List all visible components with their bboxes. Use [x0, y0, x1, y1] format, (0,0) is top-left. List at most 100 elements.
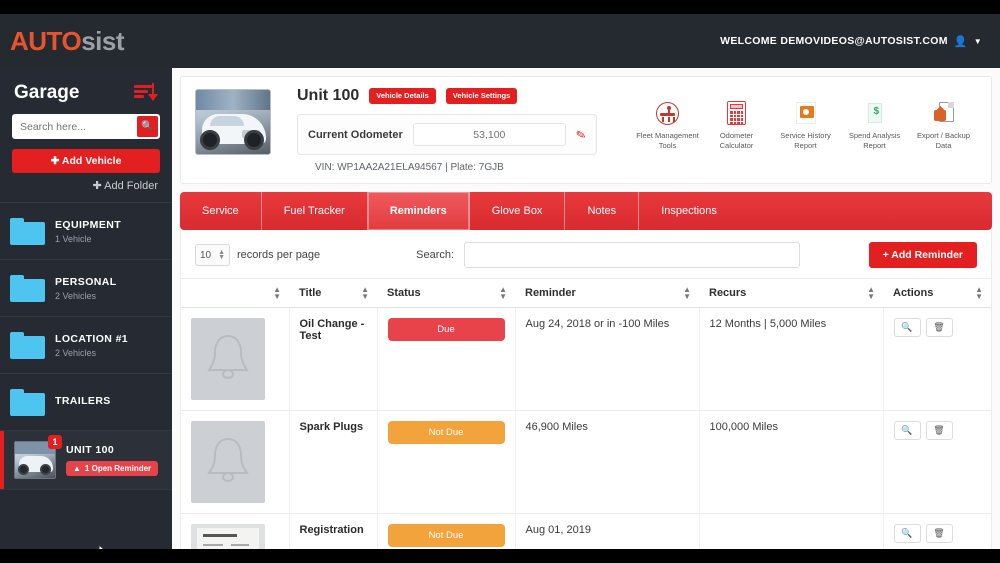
magnifier-icon[interactable]: 🔍 — [894, 318, 921, 337]
document-photo-thumbnail — [191, 524, 265, 549]
column-actions[interactable]: Actions▲▼ — [883, 279, 991, 308]
section-tabs: Service Fuel Tracker Reminders Glove Box… — [180, 192, 992, 230]
vehicle-settings-button[interactable]: Vehicle Settings — [446, 88, 518, 104]
open-reminder-badge[interactable]: ▲ 1 Open Reminder — [66, 461, 158, 476]
folder-count: 1 Vehicle — [55, 234, 162, 244]
app-logo[interactable]: AUTOsist — [10, 28, 124, 54]
vehicle-photo[interactable] — [195, 89, 271, 155]
table-search-input[interactable] — [464, 242, 800, 268]
cell-recurs: 100,000 Miles — [699, 411, 883, 514]
odometer-input[interactable] — [413, 123, 566, 146]
cell-thumbnail — [181, 411, 289, 514]
sidebar-search: 🔍 — [12, 114, 160, 139]
trash-icon[interactable]: 🗑 — [926, 318, 953, 337]
table-search: Search: — [416, 242, 868, 268]
user-account-menu[interactable]: WELCOME DEMOVIDEOS@AUTOSIST.COM 👤 ▼ — [720, 35, 982, 48]
pencil-icon[interactable]: ✎ — [575, 127, 588, 143]
tool-label: Spend Analysis Report — [841, 131, 908, 151]
stepper-arrows-icon: ▲▼ — [218, 250, 225, 260]
reminders-table: ▲▼ Title▲▼ Status▲▼ Reminder▲▼ Recurs▲▼ … — [181, 278, 991, 549]
column-title[interactable]: Title▲▼ — [289, 279, 377, 308]
page-title: Unit 100 — [297, 87, 359, 105]
sidebar-header: Garage — [0, 68, 172, 114]
tool-fleet-management[interactable]: Fleet Management Tools — [634, 99, 701, 151]
sort-icon: ▲▼ — [975, 286, 983, 300]
table-header-row: ▲▼ Title▲▼ Status▲▼ Reminder▲▼ Recurs▲▼ … — [181, 279, 991, 308]
sidebar-folder-trailers[interactable]: TRAILERS — [0, 374, 172, 431]
tool-label: Odometer Calculator — [703, 131, 770, 151]
bell-placeholder-thumbnail — [191, 421, 265, 503]
add-folder-button[interactable]: ✚ Add Folder — [0, 179, 172, 202]
cell-thumbnail — [181, 514, 289, 550]
column-status[interactable]: Status▲▼ — [377, 279, 515, 308]
folder-icon — [10, 218, 45, 245]
table-controls: 10 ▲▼ records per page Search: + Add Rem… — [181, 230, 991, 278]
tool-service-history[interactable]: Service History Report — [772, 99, 839, 151]
tool-odometer-calculator[interactable]: Odometer Calculator — [703, 99, 770, 151]
sidebar-folder-equipment[interactable]: EQUIPMENT 1 Vehicle — [0, 203, 172, 260]
main-content: Unit 100 Vehicle Details Vehicle Setting… — [172, 68, 1000, 549]
garage-list: EQUIPMENT 1 Vehicle PERSONAL 2 Vehicles — [0, 202, 172, 490]
chevron-down-icon: ▼ — [974, 37, 982, 46]
cell-reminder: Aug 24, 2018 or in -100 Miles — [515, 308, 699, 411]
status-badge[interactable]: Due — [388, 318, 505, 341]
user-icon: 👤 — [954, 35, 968, 48]
sidebar-folder-personal[interactable]: PERSONAL 2 Vehicles — [0, 260, 172, 317]
vehicle-details-button[interactable]: Vehicle Details — [369, 88, 436, 104]
tool-label: Export / Backup Data — [910, 131, 977, 151]
table-body: Oil Change - Test Due Aug 24, 2018 or in… — [181, 308, 991, 550]
service-history-icon — [796, 102, 816, 124]
magnifier-icon[interactable]: 🔍 — [894, 421, 921, 440]
table-search-label: Search: — [416, 249, 454, 261]
records-per-page-stepper[interactable]: 10 ▲▼ — [195, 244, 230, 266]
table-row[interactable]: Oil Change - Test Due Aug 24, 2018 or in… — [181, 308, 991, 411]
cell-reminder: 46,900 Miles — [515, 411, 699, 514]
table-row[interactable]: Registration Not Due Aug 01, 2019 🔍 🗑 — [181, 514, 991, 550]
tool-label: Service History Report — [772, 131, 839, 151]
cell-title: Spark Plugs — [289, 411, 377, 514]
tool-spend-analysis[interactable]: $ Spend Analysis Report — [841, 99, 908, 151]
tab-glove-box[interactable]: Glove Box — [470, 192, 566, 230]
tab-notes[interactable]: Notes — [565, 192, 639, 230]
letterbox-top — [0, 0, 1000, 14]
tab-inspections[interactable]: Inspections — [639, 192, 739, 230]
spend-analysis-icon: $ — [868, 103, 882, 123]
add-vehicle-button[interactable]: ✚ Add Vehicle — [12, 149, 160, 173]
warning-triangle-icon: ▲ — [73, 464, 81, 473]
letterbox-bottom — [0, 549, 1000, 563]
status-badge[interactable]: Not Due — [388, 524, 505, 547]
table-header: ▲▼ Title▲▼ Status▲▼ Reminder▲▼ Recurs▲▼ … — [181, 279, 991, 308]
sidebar-vehicle-unit-100[interactable]: 1 UNIT 100 ▲ 1 Open Reminder — [0, 431, 172, 490]
records-per-page-label: records per page — [237, 249, 320, 261]
add-reminder-button[interactable]: + Add Reminder — [869, 242, 977, 268]
sort-icon: ▲▼ — [683, 286, 691, 300]
tab-fuel-tracker[interactable]: Fuel Tracker — [262, 192, 368, 230]
vehicle-name: UNIT 100 — [66, 444, 162, 456]
vehicle-summary-panel: Unit 100 Vehicle Details Vehicle Setting… — [180, 76, 992, 184]
sidebar-folder-location-1[interactable]: LOCATION #1 2 Vehicles — [0, 317, 172, 374]
folder-icon — [10, 332, 45, 359]
trash-icon[interactable]: 🗑 — [926, 421, 953, 440]
sidebar-title: Garage — [14, 82, 79, 104]
tool-label: Fleet Management Tools — [634, 131, 701, 151]
reminders-table-panel: 10 ▲▼ records per page Search: + Add Rem… — [180, 230, 992, 549]
odometer-box: Current Odometer ✎ — [297, 114, 597, 155]
column-thumbnail[interactable]: ▲▼ — [181, 279, 289, 308]
tab-service[interactable]: Service — [180, 192, 262, 230]
trash-icon[interactable]: 🗑 — [926, 524, 953, 543]
status-badge[interactable]: Not Due — [388, 421, 505, 444]
column-recurs[interactable]: Recurs▲▼ — [699, 279, 883, 308]
folder-icon — [10, 389, 45, 416]
tab-reminders[interactable]: Reminders — [368, 192, 470, 230]
sort-descending-icon[interactable] — [134, 82, 158, 104]
open-reminder-label: 1 Open Reminder — [85, 464, 151, 473]
column-reminder[interactable]: Reminder▲▼ — [515, 279, 699, 308]
sort-icon: ▲▼ — [361, 286, 369, 300]
search-icon[interactable]: 🔍 — [137, 116, 158, 137]
export-backup-icon — [934, 102, 954, 124]
cell-title: Registration — [289, 514, 377, 550]
table-row[interactable]: Spark Plugs Not Due 46,900 Miles 100,000… — [181, 411, 991, 514]
magnifier-icon[interactable]: 🔍 — [894, 524, 921, 543]
tool-export-backup[interactable]: Export / Backup Data — [910, 99, 977, 151]
top-navigation-bar: AUTOsist WELCOME DEMOVIDEOS@AUTOSIST.COM… — [0, 14, 1000, 68]
